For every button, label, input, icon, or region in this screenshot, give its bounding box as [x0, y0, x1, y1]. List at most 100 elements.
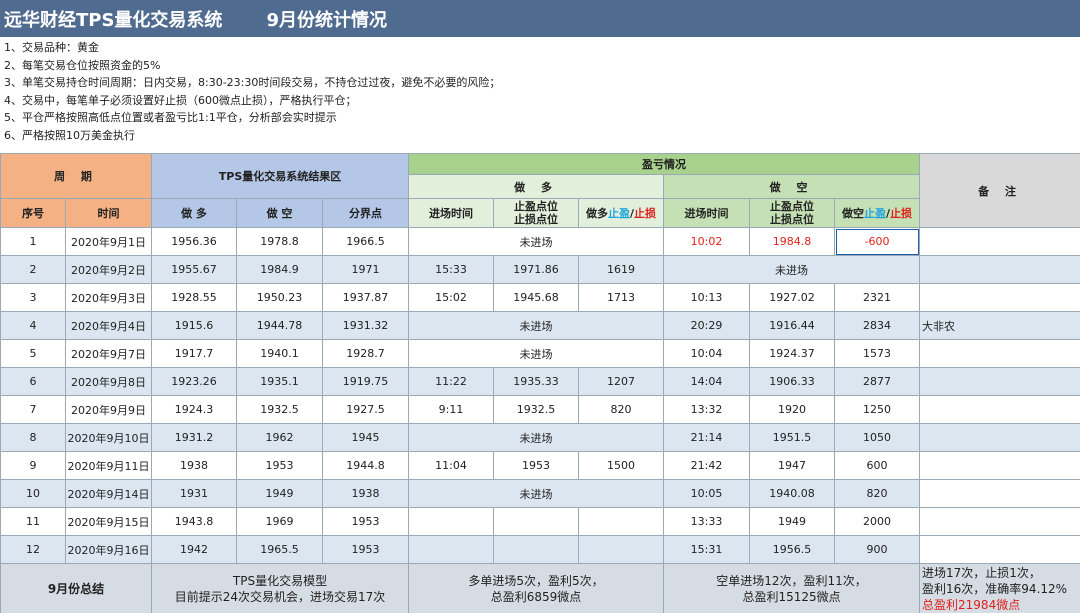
seq-cell: 4	[0, 311, 66, 340]
tps-long-cell: 1915.6	[151, 311, 237, 340]
tps-long-cell: 1928.55	[151, 283, 237, 312]
short-entry-cell: 14:04	[663, 367, 751, 396]
note-cell	[919, 367, 1080, 396]
rule-line: 6、严格按照10万美金执行	[4, 128, 135, 142]
tps-long-cell: 1955.67	[151, 255, 237, 284]
long-point-cell: 1971.86	[493, 255, 580, 284]
long-entry-cell: 9:11	[408, 395, 495, 424]
table-row: 2 2020年9月2日 1955.67 1984.9 1971 15:33 19…	[0, 255, 1080, 284]
note-cell: 大非农	[919, 311, 1080, 340]
summary-short-line2: 总盈利15125微点	[742, 589, 841, 604]
short-pl-cell: 2321	[834, 283, 921, 312]
long-point-cell: 1932.5	[493, 395, 580, 424]
trading-rules: 1、交易品种：黄金 2、每笔交易仓位按照资金的5% 3、单笔交易持仓时间周期：日…	[0, 37, 1080, 153]
summary-tps-line1: TPS量化交易模型	[232, 573, 328, 588]
table-row: 7 2020年9月9日 1924.3 1932.5 1927.5 9:11 19…	[0, 395, 1080, 424]
short-entry-cell: 10:02	[663, 227, 751, 256]
seq-cell: 6	[0, 367, 66, 396]
summary-long-line1: 多单进场5次，盈利5次，	[468, 573, 604, 588]
note-cell	[919, 283, 1080, 312]
seq-cell: 2	[0, 255, 66, 284]
short-pl-cell: 820	[834, 479, 921, 508]
short-point-cell: 1956.5	[749, 535, 836, 564]
long-pl-cell: 1713	[578, 283, 665, 312]
tps-long-header: 做 多	[151, 198, 237, 228]
summary-long-line2: 总盈利6859微点	[490, 589, 582, 604]
long-point-header: 止盈点位 止损点位	[493, 198, 580, 228]
seq-cell: 5	[0, 339, 66, 368]
short-point-cell: 1906.33	[749, 367, 836, 396]
short-pl-cell: 2877	[834, 367, 921, 396]
tps-area-header: TPS量化交易系统结果区	[150, 153, 410, 199]
table-row: 8 2020年9月10日 1931.2 1962 1945 未进场 21:14 …	[0, 423, 1080, 452]
table-row: 10 2020年9月14日 1931 1949 1938 未进场 10:05 1…	[0, 479, 1080, 508]
tps-short-cell: 1984.9	[236, 255, 323, 284]
short-point-cell: 1920	[749, 395, 836, 424]
boundary-header: 分界点	[321, 198, 410, 228]
short-pl-cell[interactable]: -600	[834, 227, 921, 256]
long-pl-cell	[578, 535, 665, 564]
table-row: 1 2020年9月1日 1956.36 1978.8 1966.5 未进场 10…	[0, 227, 1080, 256]
summary-final-line1: 进场17次，止损1次，	[922, 565, 1041, 580]
note-header: 备 注	[919, 153, 1080, 228]
seq-cell: 10	[0, 479, 66, 508]
note-cell	[919, 451, 1080, 480]
page-title: 远华财经TPS量化交易系统	[4, 9, 223, 31]
note-cell	[919, 227, 1080, 256]
seq-cell: 12	[0, 535, 66, 564]
boundary-cell: 1937.87	[321, 283, 410, 312]
rule-line: 3、单笔交易持仓时间周期：日内交易，8:30-23:30时间段交易，不持仓过过夜…	[4, 76, 501, 90]
long-entry-cell	[408, 507, 495, 536]
short-pl-cell: 2000	[834, 507, 921, 536]
seq-cell: 7	[0, 395, 66, 424]
rule-line: 1、交易品种：黄金	[4, 41, 99, 54]
date-cell: 2020年9月15日	[65, 507, 152, 536]
note-cell	[919, 255, 1080, 284]
date-cell: 2020年9月10日	[65, 423, 152, 452]
long-pl-prefix: 做多	[586, 206, 609, 220]
tps-short-header: 做 空	[236, 198, 323, 228]
boundary-cell: 1919.75	[321, 367, 410, 396]
seq-cell: 8	[0, 423, 66, 452]
seq-cell: 11	[0, 507, 66, 536]
long-entry-header: 进场时间	[408, 198, 495, 228]
tps-long-cell: 1943.8	[151, 507, 237, 536]
short-pl-prefix: 做空	[842, 206, 865, 220]
long-not-entered-cell: 未进场	[408, 479, 665, 508]
table-row: 11 2020年9月15日 1943.8 1969 1953 13:33 194…	[0, 507, 1080, 536]
tps-long-cell: 1938	[151, 451, 237, 480]
summary-final-line3: 总盈利21984微点	[922, 597, 1021, 612]
stop-loss-word: 止损	[890, 206, 913, 220]
boundary-cell: 1928.7	[321, 339, 410, 368]
short-entry-cell: 10:13	[663, 283, 751, 312]
table-row: 5 2020年9月7日 1917.7 1940.1 1928.7 未进场 10:…	[0, 339, 1080, 368]
rule-line: 4、交易中，每笔单子必须设置好止损（600微点止损），严格执行平仓；	[4, 93, 357, 107]
tps-short-cell: 1935.1	[236, 367, 323, 396]
boundary-cell: 1971	[321, 255, 410, 284]
short-entry-cell: 21:42	[663, 451, 751, 480]
period-header: 周 期	[0, 153, 152, 199]
summary-short-line1: 空单进场12次，盈利11次，	[716, 573, 867, 588]
short-point-cell: 1951.5	[749, 423, 836, 452]
tps-long-cell: 1924.3	[151, 395, 237, 424]
date-cell: 2020年9月11日	[65, 451, 152, 480]
date-cell: 2020年9月4日	[65, 311, 152, 340]
long-pl-cell: 1500	[578, 451, 665, 480]
month-title: 9月份统计情况	[266, 9, 387, 31]
tps-short-cell: 1965.5	[236, 535, 323, 564]
long-pl-cell: 1619	[578, 255, 665, 284]
boundary-cell: 1938	[321, 479, 410, 508]
seq-cell: 9	[0, 451, 66, 480]
summary-tps-line2: 目前提示24次交易机会，进场交易17次	[174, 589, 386, 604]
short-pl-header: 做空止盈/止损	[834, 198, 921, 228]
summary-title: 9月份总结	[0, 563, 152, 613]
long-point-header-l2: 止损点位	[514, 213, 559, 226]
short-pl-cell: 1250	[834, 395, 921, 424]
seq-cell: 1	[0, 227, 66, 256]
date-cell: 2020年9月9日	[65, 395, 152, 424]
boundary-cell: 1944.8	[321, 451, 410, 480]
date-cell: 2020年9月8日	[65, 367, 152, 396]
note-cell	[919, 395, 1080, 424]
short-entry-cell: 15:31	[663, 535, 751, 564]
long-not-entered-cell: 未进场	[408, 227, 665, 256]
